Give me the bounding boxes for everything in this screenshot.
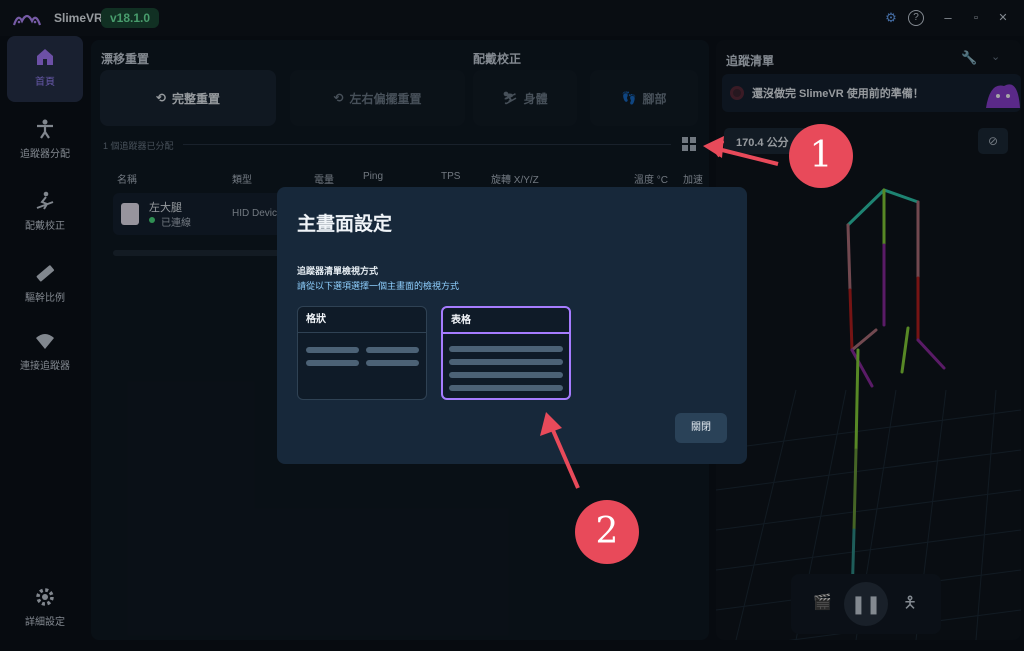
annotation-arrows bbox=[540, 136, 779, 489]
callout-2: 2 bbox=[575, 500, 639, 564]
callout-1: 1 bbox=[789, 124, 853, 188]
